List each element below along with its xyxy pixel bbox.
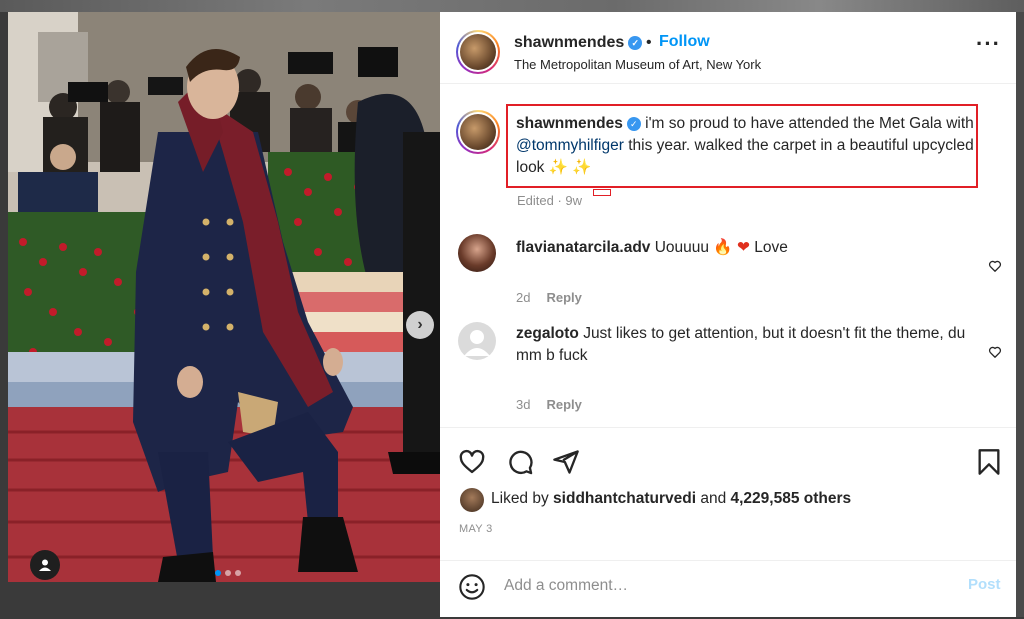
comment-text: zegaloto Just likes to get attention, bu…: [516, 325, 966, 364]
emoji-icon[interactable]: [458, 573, 486, 601]
carousel-indicator: [215, 570, 241, 576]
commenter-avatar[interactable]: [458, 322, 496, 360]
author-username[interactable]: shawnmendes ✓: [514, 34, 643, 52]
like-comment-heart-icon[interactable]: [988, 259, 1002, 273]
liker-username[interactable]: siddhantchaturvedi: [553, 490, 696, 507]
carousel-dot-active: [215, 570, 221, 576]
caption-text: shawnmendes ✓ i'm so proud to have attend…: [516, 115, 974, 176]
user-tag-icon: [39, 559, 51, 571]
carousel-dot: [235, 570, 241, 576]
carousel-dot: [225, 570, 231, 576]
post-date[interactable]: MAY 3: [459, 523, 493, 535]
liker-avatar[interactable]: [460, 488, 484, 512]
more-icon[interactable]: ···: [976, 33, 1001, 55]
reply-button[interactable]: Reply: [546, 397, 581, 412]
comment-text: flavianatarcila.adv Uouuuu 🔥 ❤ Love: [516, 239, 788, 256]
caption-avatar[interactable]: [456, 110, 500, 154]
sparkles-emoji: ✨ ✨: [548, 159, 592, 176]
caption-username[interactable]: shawnmendes: [516, 115, 623, 132]
caption-meta: Edited · 9w: [517, 193, 583, 208]
likes-count-link[interactable]: 4,229,585 others: [731, 490, 852, 507]
reply-button[interactable]: Reply: [546, 290, 581, 305]
annotation-marker: [593, 189, 611, 196]
mention-link[interactable]: @tommyhilfiger: [516, 137, 624, 154]
heart-icon[interactable]: [458, 448, 486, 476]
commenter-username[interactable]: flavianatarcila.adv: [516, 239, 650, 256]
chevron-right-icon: ›: [417, 316, 423, 333]
post-detail-panel: shawnmendes ✓ • Follow The Metropolitan M…: [440, 12, 1016, 617]
commenter-username[interactable]: zegaloto: [516, 325, 579, 342]
comment-composer: Post: [440, 560, 1016, 610]
header-separator: •: [646, 34, 652, 51]
likes-summary: Liked by siddhantchaturvedi and 4,229,58…: [491, 490, 852, 507]
comment-meta: 2d Reply: [516, 290, 582, 305]
commenter-avatar[interactable]: [458, 234, 496, 272]
comment-meta: 3d Reply: [516, 397, 582, 412]
next-photo-button[interactable]: ›: [406, 311, 434, 339]
like-comment-heart-icon[interactable]: [988, 345, 1002, 359]
post-header: shawnmendes ✓ • Follow The Metropolitan M…: [440, 12, 1016, 84]
post-comment-button[interactable]: Post: [968, 576, 1001, 593]
default-avatar-icon: [464, 330, 490, 356]
background-feed-strip: [0, 0, 1024, 12]
bookmark-icon[interactable]: [976, 448, 1002, 476]
author-avatar[interactable]: [456, 30, 500, 74]
verified-icon: ✓: [628, 36, 643, 50]
share-icon[interactable]: [552, 448, 580, 476]
tagged-users-button[interactable]: [30, 550, 60, 580]
met-gala-photo: [8, 12, 440, 582]
fire-heart-emoji: 🔥 ❤: [713, 239, 750, 256]
comment-icon[interactable]: [506, 448, 534, 476]
post-photo[interactable]: ›: [8, 12, 440, 582]
location-link[interactable]: The Metropolitan Museum of Art, New York: [514, 57, 761, 72]
comment-input[interactable]: [504, 573, 944, 599]
backdrop-right-edge: [1016, 12, 1024, 617]
follow-button[interactable]: Follow: [659, 33, 710, 51]
verified-icon: ✓: [626, 117, 641, 131]
